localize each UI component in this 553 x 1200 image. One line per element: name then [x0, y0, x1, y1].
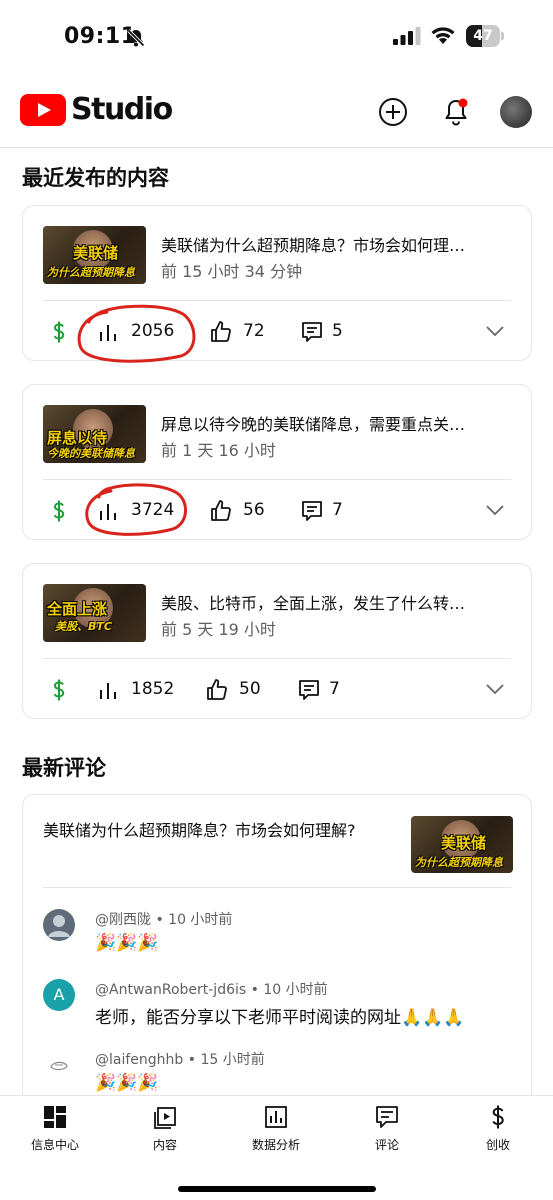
- views-bar-icon: [100, 504, 116, 520]
- nav-dashboard[interactable]: 信息中心: [0, 1104, 110, 1164]
- thumbnail-subcaption: 为什么超预期降息: [415, 856, 503, 869]
- comment-icon: [302, 501, 322, 521]
- nav-content[interactable]: 内容: [110, 1104, 220, 1164]
- comment-text: 🎉🎉🎉: [95, 1073, 159, 1093]
- video-thumbnail[interactable]: 屏息以待 今晚的美联储降息: [43, 405, 146, 463]
- thumbnail-caption: 全面上涨: [47, 600, 108, 618]
- app-header: Studio: [0, 88, 553, 148]
- youtube-logo-icon[interactable]: [20, 94, 66, 126]
- cellular-signal-icon: [393, 27, 421, 45]
- commenter-avatar: A: [43, 979, 75, 1011]
- like-thumb-icon: [211, 500, 231, 521]
- comments-icon: [376, 1106, 398, 1128]
- status-bar: 09:11 47: [0, 0, 553, 72]
- comment-meta: @laifenghhb • 15 小时前: [95, 1052, 265, 1068]
- comment-video-title[interactable]: 美联储为什么超预期降息？市场会如何理解?: [43, 819, 393, 843]
- video-published-time: 前 15 小时 34 分钟: [161, 262, 303, 281]
- video-title[interactable]: 美联储为什么超预期降息？市场会如何理…: [161, 232, 515, 256]
- comments-count: 7: [329, 679, 340, 699]
- content-icon: [154, 1107, 176, 1129]
- comment-item[interactable]: @刚西陇 • 10 小时前 🎉🎉🎉: [43, 909, 513, 969]
- doodle-avatar-icon: [50, 1061, 68, 1071]
- thumbnail-subcaption: 为什么超预期降息: [47, 266, 135, 279]
- revenue-dollar-icon[interactable]: [47, 499, 71, 523]
- video-title[interactable]: 屏息以待今晚的美联储降息，需要重点关…: [161, 411, 515, 435]
- comments-count: 5: [332, 321, 343, 341]
- nav-label: 评论: [374, 1138, 399, 1152]
- create-plus-icon[interactable]: [377, 96, 409, 128]
- video-published-time: 前 1 天 16 小时: [161, 441, 276, 460]
- like-thumb-icon: [211, 321, 231, 342]
- video-card[interactable]: 美联储 为什么超预期降息 美联储为什么超预期降息？市场会如何理… 前 15 小时…: [22, 205, 532, 363]
- battery-percent: 47: [473, 28, 493, 44]
- nav-label: 创收: [485, 1138, 510, 1152]
- commenter-avatar: [43, 909, 75, 941]
- bell-off-icon: [127, 29, 145, 47]
- comment-icon: [299, 680, 319, 700]
- default-user-icon: [48, 915, 70, 937]
- nav-comments[interactable]: 评论: [332, 1104, 442, 1164]
- analytics-icon: [265, 1106, 287, 1128]
- latest-comments-title: 最新评论: [22, 756, 106, 780]
- comment-time: 15 小时前: [200, 1052, 265, 1068]
- comment-author[interactable]: @刚西陇: [95, 912, 151, 928]
- revenue-dollar-icon[interactable]: [47, 320, 71, 344]
- video-card[interactable]: 屏息以待 今晚的美联储降息 屏息以待今晚的美联储降息，需要重点关… 前 1 天 …: [22, 384, 532, 540]
- notification-bell-icon[interactable]: [440, 96, 472, 128]
- comment-text: 🎉🎉🎉: [95, 933, 159, 953]
- nav-analytics[interactable]: 数据分析: [221, 1104, 331, 1164]
- wifi-icon: [431, 27, 455, 44]
- studio-logo-text[interactable]: Studio: [71, 92, 173, 127]
- nav-label: 内容: [152, 1138, 177, 1152]
- comment-author[interactable]: @laifenghhb: [95, 1052, 183, 1068]
- like-thumb-icon: [207, 679, 227, 700]
- video-thumbnail[interactable]: 全面上涨 美股、BTC: [43, 584, 146, 642]
- likes-count: 72: [243, 321, 265, 341]
- likes-count: 56: [243, 500, 265, 520]
- comment-time: 10 小时前: [263, 982, 328, 998]
- home-indicator: [178, 1186, 376, 1192]
- thumbnail-subcaption: 美股、BTC: [55, 620, 112, 633]
- views-count: 3724: [131, 500, 175, 520]
- chevron-down-icon[interactable]: [485, 503, 505, 517]
- comment-author[interactable]: @AntwanRobert-jd6is: [95, 982, 246, 998]
- nav-label: 数据分析: [251, 1138, 300, 1152]
- nav-earn[interactable]: 创收: [443, 1104, 553, 1164]
- earn-icon: [492, 1105, 504, 1129]
- video-thumbnail[interactable]: 美联储 为什么超预期降息: [43, 226, 146, 284]
- comment-meta: @刚西陇 • 10 小时前: [95, 912, 233, 928]
- views-bar-icon: [100, 683, 116, 699]
- video-published-time: 前 5 天 19 小时: [161, 620, 276, 639]
- thumbnail-caption: 美联储: [73, 244, 119, 262]
- revenue-dollar-icon[interactable]: [47, 678, 71, 702]
- comments-count: 7: [332, 500, 343, 520]
- recent-content-title: 最近发布的内容: [22, 166, 169, 190]
- comment-video-thumbnail[interactable]: 美联储 为什么超预期降息: [411, 816, 513, 873]
- views-count: 1852: [131, 679, 175, 699]
- latest-comments-card[interactable]: 美联储为什么超预期降息？市场会如何理解? 美联储 为什么超预期降息 @刚西陇 •…: [22, 794, 532, 1114]
- likes-count: 50: [239, 679, 261, 699]
- views-count: 2056: [131, 321, 175, 341]
- comment-time: 10 小时前: [168, 912, 233, 928]
- nav-label: 信息中心: [30, 1138, 79, 1152]
- views-bar-icon: [100, 325, 116, 341]
- chevron-down-icon[interactable]: [485, 682, 505, 696]
- comment-item[interactable]: A @AntwanRobert-jd6is • 10 小时前 老师，能否分享以下…: [43, 979, 513, 1039]
- thumbnail-subcaption: 今晚的美联储降息: [47, 447, 135, 460]
- account-avatar[interactable]: [500, 96, 532, 128]
- dashboard-icon: [44, 1106, 66, 1128]
- bottom-navigation: 信息中心 内容 数据分析 评论 创收: [0, 1095, 553, 1200]
- video-card[interactable]: 全面上涨 美股、BTC 美股、比特币，全面上涨，发生了什么转… 前 5 天 19…: [22, 563, 532, 719]
- commenter-avatar: [43, 1049, 75, 1081]
- chevron-down-icon[interactable]: [485, 324, 505, 338]
- comment-meta: @AntwanRobert-jd6is • 10 小时前: [95, 982, 328, 998]
- video-title[interactable]: 美股、比特币，全面上涨，发生了什么转…: [161, 590, 515, 614]
- comment-text: 老师，能否分享以下老师平时阅读的网址🙏🙏🙏: [95, 1008, 465, 1028]
- comment-icon: [302, 322, 322, 342]
- thumbnail-caption: 美联储: [441, 834, 487, 852]
- battery-indicator: 47: [466, 25, 504, 47]
